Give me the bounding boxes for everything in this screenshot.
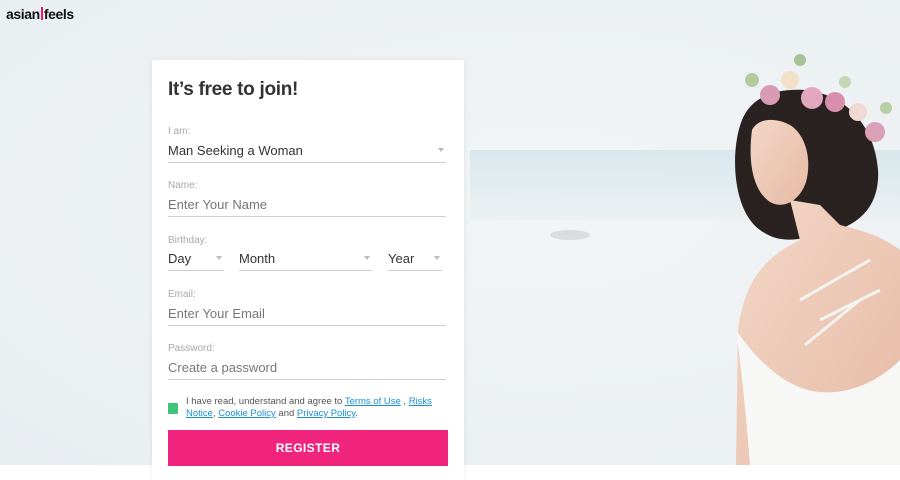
chevron-down-icon <box>438 148 444 152</box>
day-select-value: Day <box>168 250 192 266</box>
cookie-policy-link[interactable]: Cookie Policy <box>218 408 276 419</box>
password-input[interactable]: Create a password <box>168 355 446 380</box>
seeking-select-value: Man Seeking a Woman <box>168 142 303 158</box>
separator: , <box>400 396 409 407</box>
name-label: Name: <box>168 180 198 191</box>
iam-label: I am: <box>168 126 191 137</box>
register-button[interactable]: REGISTER <box>168 430 448 466</box>
signup-card: It’s free to join! I am: Man Seeking a W… <box>152 60 464 480</box>
seeking-select[interactable]: Man Seeking a Woman <box>168 138 446 163</box>
email-input[interactable]: Enter Your Email <box>168 301 446 326</box>
password-placeholder: Create a password <box>168 359 278 375</box>
period: . <box>355 408 358 419</box>
month-select[interactable]: Month <box>239 246 372 271</box>
birthday-label: Birthday: <box>168 235 208 246</box>
agree-prefix: I have read, understand and agree to <box>186 396 343 407</box>
agree-checkbox[interactable] <box>168 403 178 414</box>
year-select-value: Year <box>388 250 415 266</box>
chevron-down-icon <box>216 256 222 260</box>
email-label: Email: <box>168 289 196 300</box>
chevron-down-icon <box>434 256 440 260</box>
password-label: Password: <box>168 343 215 354</box>
logo-text-right: feels <box>43 6 74 22</box>
logo-bar-icon <box>40 7 43 20</box>
email-placeholder: Enter Your Email <box>168 305 265 321</box>
day-select[interactable]: Day <box>168 246 224 271</box>
form-title: It’s free to join! <box>168 79 299 100</box>
name-input[interactable]: Enter Your Name <box>168 192 446 217</box>
name-placeholder: Enter Your Name <box>168 196 268 212</box>
terms-of-use-link[interactable]: Terms of Use <box>345 396 401 407</box>
terms-agreement: I have read, understand and agree to Ter… <box>168 396 452 420</box>
year-select[interactable]: Year <box>388 246 442 271</box>
logo-text-left: asian <box>6 6 40 22</box>
month-select-value: Month <box>239 250 276 266</box>
conjunction: and <box>275 408 297 419</box>
privacy-policy-link[interactable]: Privacy Policy <box>297 408 355 419</box>
brand-logo[interactable]: asian feels <box>6 6 74 22</box>
chevron-down-icon <box>364 256 370 260</box>
